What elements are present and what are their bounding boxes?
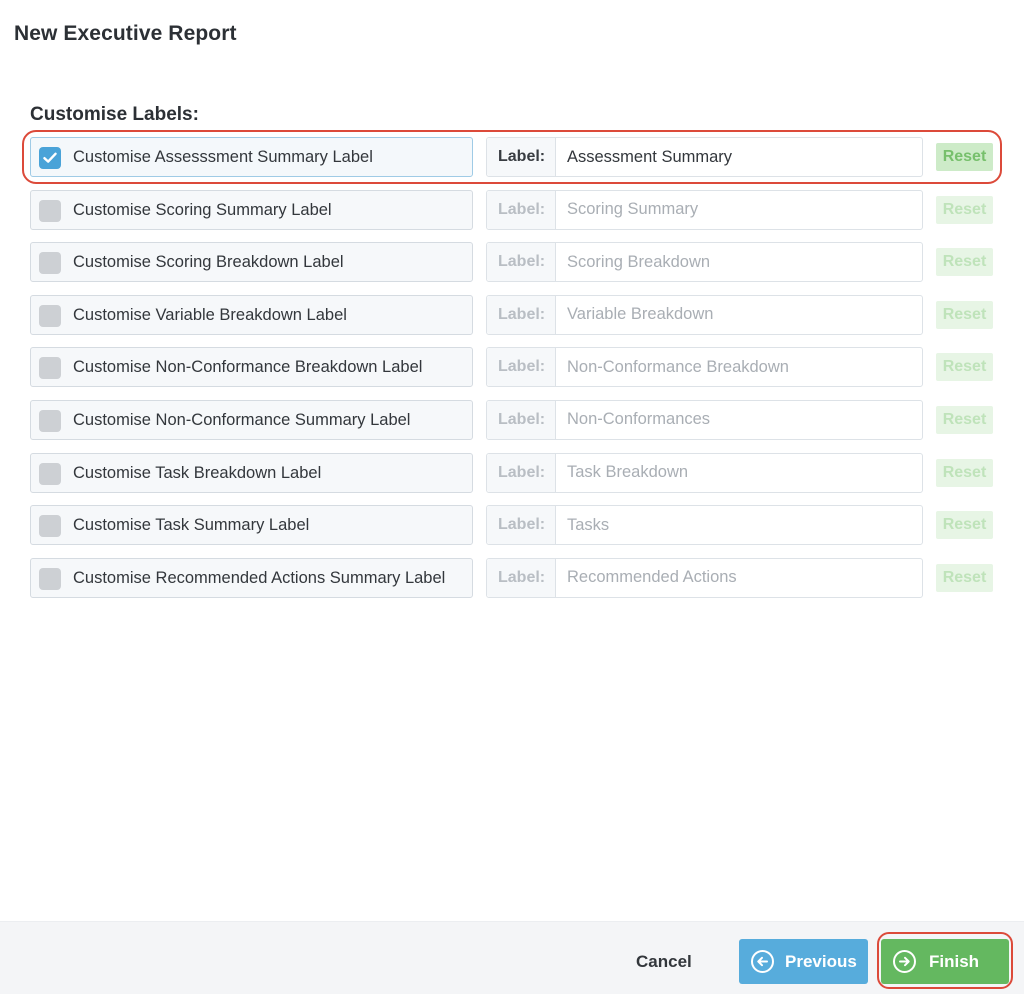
toggle-label: Customise Scoring Breakdown Label	[73, 253, 344, 272]
arrow-right-circle-icon	[893, 950, 916, 973]
label-row-scoring-summary: Customise Scoring Summary Label Label: R…	[30, 189, 994, 230]
label-row-non-conformance-breakdown: Customise Non-Conformance Breakdown Labe…	[30, 347, 994, 388]
task-summary-label-input[interactable]	[557, 507, 922, 544]
customise-scoring-breakdown-toggle[interactable]: Customise Scoring Breakdown Label	[30, 242, 473, 283]
label-prefix-text: Label:	[498, 358, 546, 376]
label-prefix: Label:	[487, 453, 556, 492]
label-input-group: Label:	[486, 452, 923, 493]
label-input-group: Label:	[486, 189, 923, 230]
non-conformance-breakdown-label-input[interactable]	[557, 349, 922, 386]
arrow-left-circle-icon	[751, 950, 774, 973]
dialog-footer: Cancel Previous Finish	[0, 921, 1024, 994]
label-row-scoring-breakdown: Customise Scoring Breakdown Label Label:…	[30, 242, 994, 283]
page-title: New Executive Report	[14, 22, 237, 45]
checkbox[interactable]	[39, 357, 61, 380]
checkbox[interactable]	[39, 252, 61, 275]
toggle-label: Customise Variable Breakdown Label	[73, 305, 347, 324]
label-prefix-text: Label:	[498, 463, 546, 481]
toggle-label: Customise Non-Conformance Summary Label	[73, 410, 411, 429]
label-prefix-text: Label:	[498, 568, 546, 586]
customise-assessment-summary-toggle[interactable]: Customise Assesssment Summary Label	[30, 137, 473, 177]
reset-button[interactable]: Reset	[936, 458, 993, 487]
reset-button[interactable]: Reset	[936, 300, 993, 329]
label-prefix-text: Label:	[498, 253, 546, 271]
reset-button[interactable]: Reset	[936, 511, 993, 540]
label-prefix: Label:	[487, 400, 556, 439]
label-row-recommended-actions-summary: Customise Recommended Actions Summary La…	[30, 557, 994, 598]
reset-button[interactable]: Reset	[936, 143, 993, 171]
label-prefix-text: Label:	[498, 410, 546, 428]
customise-task-summary-toggle[interactable]: Customise Task Summary Label	[30, 505, 473, 546]
checkmark-icon	[43, 152, 57, 163]
label-input-group: Label:	[486, 137, 923, 177]
executive-report-dialog: New Executive Report Customise Labels: C…	[0, 0, 1024, 994]
toggle-label: Customise Non-Conformance Breakdown Labe…	[73, 358, 423, 377]
checkbox[interactable]	[39, 515, 61, 538]
reset-button[interactable]: Reset	[936, 405, 993, 434]
checkbox[interactable]	[39, 199, 61, 222]
customise-variable-breakdown-toggle[interactable]: Customise Variable Breakdown Label	[30, 294, 473, 335]
scoring-breakdown-label-input[interactable]	[557, 244, 922, 281]
checkbox[interactable]	[39, 462, 61, 485]
previous-button-label: Previous	[785, 952, 857, 971]
checkbox[interactable]	[39, 567, 61, 590]
label-input-group: Label:	[486, 294, 923, 335]
label-row-task-breakdown: Customise Task Breakdown Label Label: Re…	[30, 452, 994, 493]
reset-button[interactable]: Reset	[936, 563, 993, 592]
label-input-group: Label:	[486, 242, 923, 283]
label-row-non-conformance-summary: Customise Non-Conformance Summary Label …	[30, 399, 994, 440]
finish-button[interactable]: Finish	[881, 939, 1009, 984]
variable-breakdown-label-input[interactable]	[557, 296, 922, 333]
recommended-actions-summary-label-input[interactable]	[557, 559, 922, 596]
label-input-group: Label:	[486, 557, 923, 598]
scoring-summary-label-input[interactable]	[557, 191, 922, 228]
section-title: Customise Labels:	[30, 104, 199, 125]
assessment-summary-label-input[interactable]	[557, 139, 922, 175]
label-prefix-text: Label:	[498, 200, 546, 218]
checkbox[interactable]	[39, 409, 61, 432]
label-prefix: Label:	[487, 190, 556, 229]
label-prefix-text: Label:	[498, 305, 546, 323]
reset-button[interactable]: Reset	[936, 195, 993, 224]
label-prefix: Label:	[487, 558, 556, 597]
previous-button[interactable]: Previous	[739, 939, 868, 984]
label-prefix-text: Label:	[498, 148, 546, 165]
label-prefix: Label:	[487, 348, 556, 387]
checkbox[interactable]	[39, 304, 61, 327]
toggle-label: Customise Recommended Actions Summary La…	[73, 568, 446, 587]
non-conformance-summary-label-input[interactable]	[557, 401, 922, 438]
finish-button-label: Finish	[929, 952, 980, 971]
label-prefix: Label:	[487, 506, 556, 545]
label-rows: Customise Assesssment Summary Label Labe…	[30, 137, 994, 610]
toggle-label: Customise Task Summary Label	[73, 516, 310, 535]
checkbox[interactable]	[39, 147, 61, 169]
label-prefix: Label:	[487, 138, 556, 176]
label-input-group: Label:	[486, 505, 923, 546]
task-breakdown-label-input[interactable]	[557, 454, 922, 491]
label-row-variable-breakdown: Customise Variable Breakdown Label Label…	[30, 294, 994, 335]
customise-task-breakdown-toggle[interactable]: Customise Task Breakdown Label	[30, 452, 473, 493]
label-row-assessment-summary: Customise Assesssment Summary Label Labe…	[30, 137, 994, 177]
customise-recommended-actions-summary-toggle[interactable]: Customise Recommended Actions Summary La…	[30, 557, 473, 598]
label-prefix-text: Label:	[498, 516, 546, 534]
label-input-group: Label:	[486, 399, 923, 440]
label-input-group: Label:	[486, 347, 923, 388]
customise-non-conformance-summary-toggle[interactable]: Customise Non-Conformance Summary Label	[30, 399, 473, 440]
customise-scoring-summary-toggle[interactable]: Customise Scoring Summary Label	[30, 189, 473, 230]
toggle-label: Customise Scoring Summary Label	[73, 200, 332, 219]
label-prefix: Label:	[487, 243, 556, 282]
toggle-label: Customise Task Breakdown Label	[73, 463, 322, 482]
cancel-button[interactable]: Cancel	[624, 950, 704, 974]
toggle-label: Customise Assesssment Summary Label	[73, 148, 373, 166]
customise-non-conformance-breakdown-toggle[interactable]: Customise Non-Conformance Breakdown Labe…	[30, 347, 473, 388]
reset-button[interactable]: Reset	[936, 248, 993, 277]
reset-button[interactable]: Reset	[936, 353, 993, 382]
label-row-task-summary: Customise Task Summary Label Label: Rese…	[30, 505, 994, 546]
label-prefix: Label:	[487, 295, 556, 334]
